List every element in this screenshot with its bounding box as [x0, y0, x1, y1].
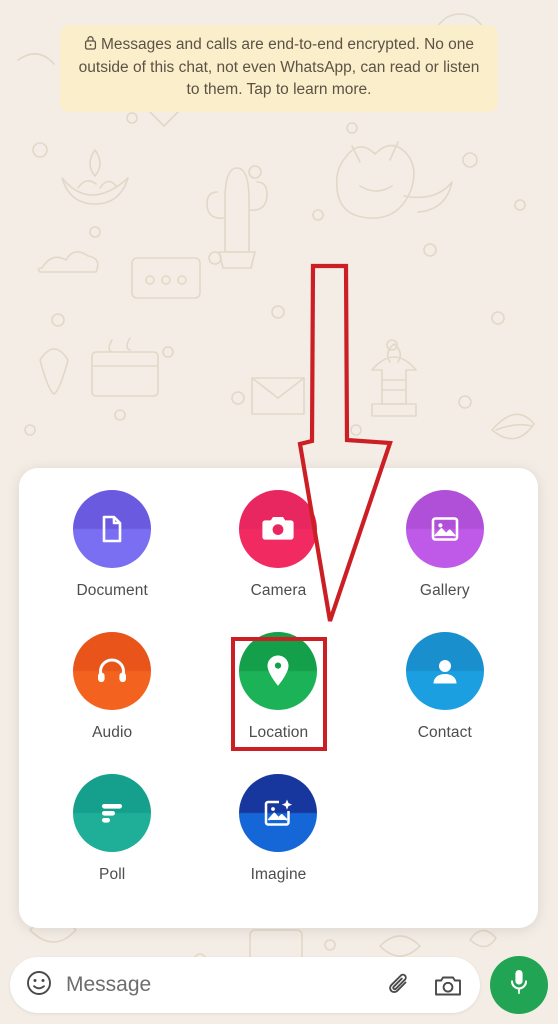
attachment-label: Imagine: [250, 866, 307, 883]
poll-bars-icon: [73, 774, 152, 852]
emoji-smiley-icon[interactable]: [26, 970, 52, 1001]
attachment-option-poll[interactable]: Poll: [29, 774, 195, 916]
voice-record-button[interactable]: [490, 956, 548, 1014]
lock-icon: [84, 35, 97, 57]
attachment-option-location[interactable]: Location: [195, 632, 361, 774]
attachment-row-3: Poll Imagine: [29, 774, 528, 916]
attachment-option-document[interactable]: Document: [29, 490, 195, 632]
attachment-option-contact[interactable]: Contact: [362, 632, 528, 774]
message-placeholder[interactable]: Message: [66, 973, 365, 997]
attachment-option-audio[interactable]: Audio: [29, 632, 195, 774]
document-icon: [73, 490, 152, 568]
attachment-label: Location: [248, 724, 309, 741]
image-sparkle-icon: [239, 774, 318, 852]
paperclip-icon[interactable]: [387, 972, 412, 999]
camera-outline-icon[interactable]: [434, 973, 462, 998]
attachment-label: Contact: [417, 724, 472, 741]
attachment-menu-panel: Document Camera Gallery Audio Location C…: [19, 468, 538, 928]
message-input-field[interactable]: Message: [10, 957, 480, 1013]
attachment-label: Gallery: [419, 582, 470, 599]
attachment-label: Poll: [99, 866, 126, 883]
attachment-label: Audio: [92, 724, 133, 741]
message-input-bar: Message: [0, 946, 558, 1024]
attachment-label: Camera: [250, 582, 307, 599]
gallery-icon: [405, 490, 484, 568]
attachment-option-gallery[interactable]: Gallery: [362, 490, 528, 632]
attachment-row-1: Document Camera Gallery: [29, 490, 528, 632]
attachment-row-2: Audio Location Contact: [29, 632, 528, 774]
encryption-line-1: Messages and calls are end-to-end encryp…: [100, 36, 420, 53]
microphone-icon: [508, 968, 530, 1003]
person-icon: [405, 632, 484, 710]
encryption-notice[interactable]: Messages and calls are end-to-end encryp…: [60, 25, 498, 112]
location-pin-icon: [239, 632, 318, 710]
attachment-option-camera[interactable]: Camera: [195, 490, 361, 632]
attachment-label: Document: [76, 582, 148, 599]
headphones-icon: [73, 632, 152, 710]
camera-icon: [239, 490, 318, 568]
attachment-option-imagine[interactable]: Imagine: [195, 774, 361, 916]
